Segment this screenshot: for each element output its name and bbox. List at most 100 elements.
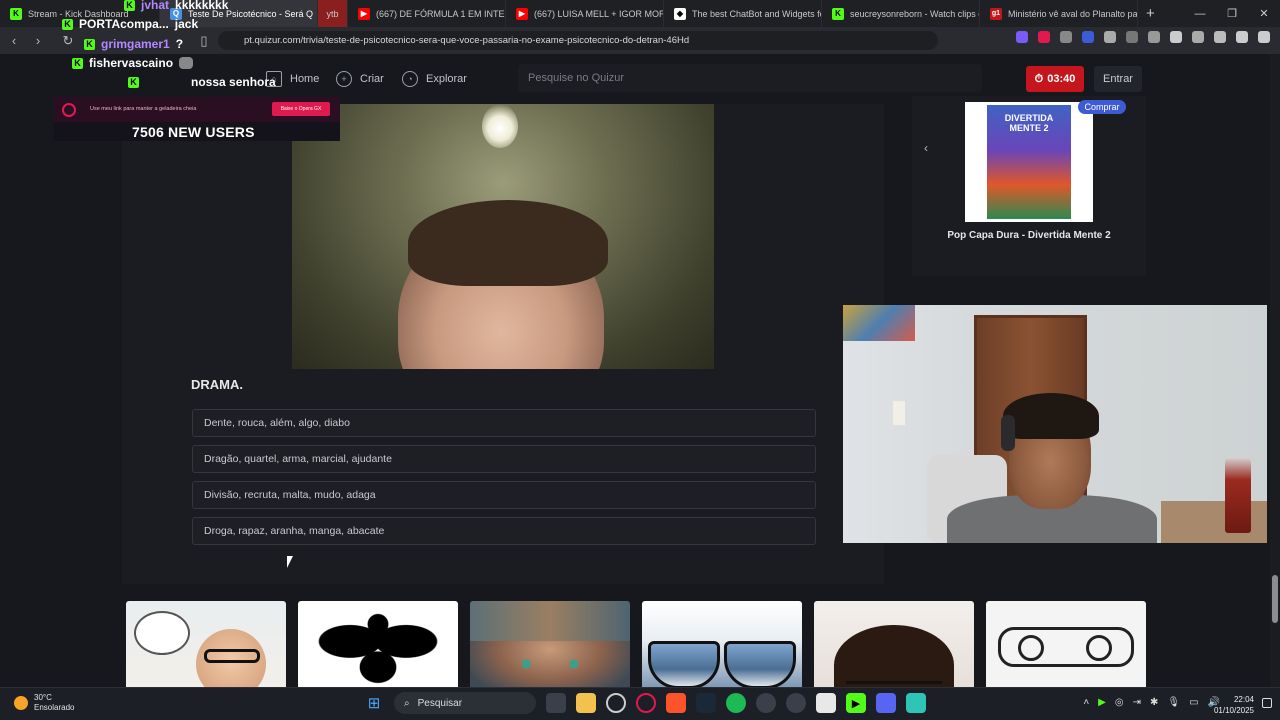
thought-cloud — [134, 611, 190, 655]
music-icon[interactable] — [1148, 31, 1160, 43]
related-quiz-thumb[interactable] — [986, 601, 1146, 689]
url-field[interactable]: pt.quizur.com/trivia/teste-de-psicotecni… — [218, 31, 938, 50]
tray-icon[interactable]: ◎ — [1115, 697, 1124, 708]
related-quiz-thumb[interactable] — [298, 601, 458, 689]
product-name[interactable]: Pop Capa Dura - Divertida Mente 2 — [912, 230, 1146, 241]
new-tab-icon[interactable]: + — [1138, 5, 1163, 22]
extension-icon[interactable] — [1016, 31, 1028, 43]
scrollbar-thumb[interactable] — [1272, 575, 1278, 623]
extension-icon[interactable] — [1038, 31, 1050, 43]
extension-icon[interactable] — [1126, 31, 1138, 43]
answer-option[interactable]: Droga, rapaz, aranha, manga, abacate — [192, 517, 816, 545]
obs-icon[interactable] — [606, 693, 626, 713]
forward-icon[interactable]: › — [26, 29, 50, 53]
chat-username: fishervascaino — [89, 56, 174, 70]
related-quiz-thumb[interactable] — [126, 601, 286, 689]
clock-date: 01/10/2025 — [1213, 706, 1254, 715]
minimize-icon[interactable]: — — [1184, 0, 1216, 27]
product-image[interactable]: DIVERTIDA MENTE 2 — [965, 102, 1093, 222]
lightbulb — [482, 104, 518, 148]
login-button[interactable]: Entrar — [1094, 66, 1142, 92]
chat-username: jvhat — [141, 0, 170, 12]
window-close-icon[interactable]: ✕ — [1248, 0, 1280, 27]
menu-icon[interactable] — [1258, 31, 1270, 43]
discord-icon[interactable] — [876, 693, 896, 713]
url-text: pt.quizur.com/trivia/teste-de-psicotecni… — [244, 35, 690, 46]
maximize-icon[interactable]: ❐ — [1216, 0, 1248, 27]
nav-explore[interactable]: ◔ Explorar — [402, 71, 467, 87]
answer-option[interactable]: Divisão, recruta, malta, mudo, adaga — [192, 481, 816, 509]
tab-label: Ministério vê aval do Planalto para — [1008, 8, 1138, 19]
related-quiz-thumb[interactable] — [470, 601, 630, 689]
task-view-icon[interactable] — [546, 693, 566, 713]
leo-icon[interactable] — [1214, 31, 1226, 43]
bookmark-icon[interactable]: ▯ — [192, 29, 216, 53]
microphone-icon[interactable]: 🎙 — [1167, 697, 1180, 708]
related-quiz-thumb[interactable] — [814, 601, 974, 689]
tab-label: (667) LUISA MELL + IGOR MORAIS — [534, 8, 664, 19]
windows-icon[interactable]: ⊞ — [364, 693, 384, 713]
sidebar-icon[interactable] — [1170, 31, 1182, 43]
tab-chatbot[interactable]: ◆ The best ChatBot and Widgets for — [664, 0, 822, 27]
weather-widget[interactable]: 30°C Ensolarado — [14, 693, 74, 713]
play-icon[interactable]: ▶ — [1098, 697, 1106, 708]
notepad-icon[interactable] — [906, 693, 926, 713]
file-explorer-icon[interactable] — [576, 693, 596, 713]
tab-label: seucreysonreborn - Watch clips on — [850, 8, 980, 19]
opera-gx-icon[interactable] — [636, 693, 656, 713]
ad-text: Use meu link para manter a geladeira che… — [90, 106, 197, 112]
taskbar-search-label: Pesquisar — [417, 697, 463, 709]
chevron-left-icon[interactable]: ‹ — [924, 141, 928, 155]
question-title: DRAMA. — [191, 377, 243, 392]
tray-icon[interactable]: ⇥ — [1133, 697, 1141, 708]
extension-icon[interactable] — [1104, 31, 1116, 43]
tab-group-label: ytb — [326, 8, 339, 19]
answer-text: Dragão, quartel, arma, marcial, ajudante — [204, 453, 392, 465]
clock[interactable]: 22:04 01/10/2025 — [1214, 694, 1254, 716]
kick-badge-icon: K — [84, 38, 95, 50]
tab-g1[interactable]: g1 Ministério vê aval do Planalto para — [980, 0, 1138, 27]
webcam-overlay — [843, 305, 1267, 543]
tab-youtube-luisa[interactable]: ▶ (667) LUISA MELL + IGOR MORAIS — [506, 0, 664, 27]
answer-text: Dente, rouca, além, algo, diabo — [204, 417, 350, 429]
kick-badge-icon: K — [72, 57, 83, 69]
tab-youtube-f1[interactable]: ▶ (667) DE FÓRMULA 1 EM INTERLAG — [348, 0, 506, 27]
buy-badge[interactable]: Comprar — [1078, 100, 1126, 114]
steam-icon[interactable] — [696, 693, 716, 713]
spotify-icon[interactable] — [726, 693, 746, 713]
extension-icon[interactable] — [1082, 31, 1094, 43]
kick-icon: K — [832, 7, 844, 20]
scarf — [470, 601, 630, 641]
document-icon[interactable] — [816, 693, 836, 713]
emote-icon — [179, 57, 194, 69]
wallet-icon[interactable] — [1192, 31, 1204, 43]
tab-group-ytb[interactable]: ytb — [318, 0, 348, 27]
related-quiz-thumb[interactable] — [642, 601, 802, 689]
tab-kick-clips[interactable]: K seucreysonreborn - Watch clips on — [822, 0, 980, 27]
vpn-icon[interactable] — [1236, 31, 1248, 43]
notification-icon[interactable] — [1262, 698, 1272, 708]
network-icon[interactable]: ▭ — [1189, 697, 1198, 708]
nav-explore-label: Explorar — [426, 73, 467, 85]
bluetooth-icon[interactable]: ✱ — [1150, 697, 1158, 708]
chat-message: ? — [175, 37, 184, 51]
search-input[interactable]: Pesquise no Quizur — [518, 64, 982, 92]
headset-icon — [1001, 415, 1015, 451]
chat-message: nossa senhora — [191, 75, 276, 89]
extension-icon[interactable] — [1060, 31, 1072, 43]
answer-option[interactable]: Dragão, quartel, arma, marcial, ajudante — [192, 445, 816, 473]
taskbar-search[interactable]: ⌕ Pesquisar — [394, 692, 536, 714]
g1-icon: g1 — [990, 7, 1002, 20]
chevron-up-icon[interactable]: ˄ — [1083, 697, 1089, 708]
brave-icon[interactable] — [666, 693, 686, 713]
app-icon[interactable] — [786, 693, 806, 713]
clock-time: 22:04 — [1233, 695, 1254, 704]
kick-icon[interactable]: ▶ — [846, 693, 866, 713]
app-icon[interactable] — [756, 693, 776, 713]
chat-line: K grimgamer1 ? — [84, 37, 183, 51]
back-icon[interactable]: ‹ — [2, 29, 26, 53]
nav-create[interactable]: + Criar — [336, 71, 384, 87]
answer-option[interactable]: Dente, rouca, além, algo, diabo — [192, 409, 816, 437]
mouse-cursor — [287, 556, 293, 568]
reload-icon[interactable]: ↻ — [56, 29, 80, 53]
